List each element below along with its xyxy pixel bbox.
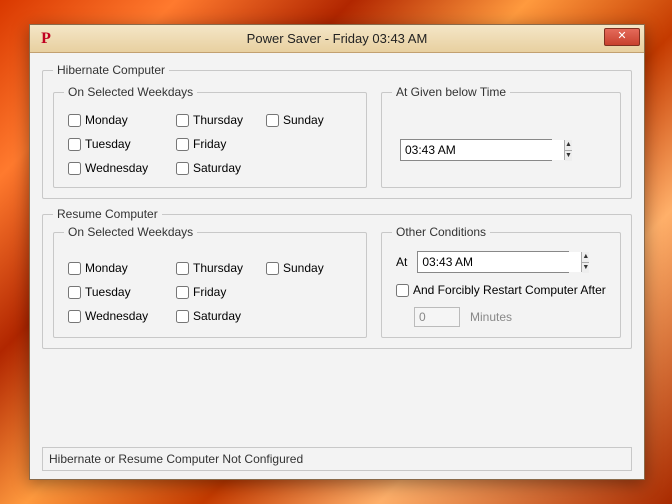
- res-tuesday[interactable]: Tuesday: [68, 285, 176, 299]
- hib-tuesday-checkbox[interactable]: [68, 138, 81, 151]
- resume-other-group: Other Conditions At ▲ ▼: [381, 225, 621, 338]
- hib-sunday-checkbox[interactable]: [266, 114, 279, 127]
- res-monday-label: Monday: [85, 261, 128, 275]
- res-thursday[interactable]: Thursday: [176, 261, 266, 275]
- hib-monday[interactable]: Monday: [68, 113, 176, 127]
- resume-group: Resume Computer On Selected Weekdays Mon…: [42, 207, 632, 349]
- res-thursday-checkbox[interactable]: [176, 262, 189, 275]
- res-sunday[interactable]: Sunday: [266, 261, 356, 275]
- res-thursday-label: Thursday: [193, 261, 243, 275]
- hibernate-time-spinner[interactable]: ▲ ▼: [564, 140, 572, 160]
- spinner-down-icon[interactable]: ▼: [582, 263, 589, 273]
- hib-monday-checkbox[interactable]: [68, 114, 81, 127]
- hib-saturday-checkbox[interactable]: [176, 162, 189, 175]
- hibernate-legend: Hibernate Computer: [53, 63, 169, 77]
- status-bar: Hibernate or Resume Computer Not Configu…: [42, 447, 632, 471]
- res-monday[interactable]: Monday: [68, 261, 176, 275]
- titlebar: P Power Saver - Friday 03:43 AM ✕: [30, 25, 644, 53]
- spinner-down-icon[interactable]: ▼: [565, 151, 572, 161]
- app-window: P Power Saver - Friday 03:43 AM ✕ Hibern…: [29, 24, 645, 480]
- hibernate-weekdays-legend: On Selected Weekdays: [64, 85, 197, 99]
- resume-weekdays-legend: On Selected Weekdays: [64, 225, 197, 239]
- hibernate-time-legend: At Given below Time: [392, 85, 510, 99]
- status-text: Hibernate or Resume Computer Not Configu…: [49, 452, 303, 466]
- hib-wednesday-label: Wednesday: [85, 161, 148, 175]
- res-saturday[interactable]: Saturday: [176, 309, 266, 323]
- minutes-input: [414, 307, 460, 327]
- close-icon: ✕: [617, 30, 626, 42]
- hibernate-time-input[interactable]: [401, 140, 564, 160]
- res-wednesday-label: Wednesday: [85, 309, 148, 323]
- spinner-up-icon[interactable]: ▲: [565, 140, 572, 151]
- hib-thursday[interactable]: Thursday: [176, 113, 266, 127]
- res-monday-checkbox[interactable]: [68, 262, 81, 275]
- resume-at-label: At: [396, 255, 407, 269]
- res-wednesday[interactable]: Wednesday: [68, 309, 176, 323]
- hibernate-time-group: At Given below Time ▲ ▼: [381, 85, 621, 188]
- resume-time-input-wrap[interactable]: ▲ ▼: [417, 251, 569, 273]
- hibernate-weekdays-group: On Selected Weekdays Monday Thursday Sun…: [53, 85, 367, 188]
- close-button[interactable]: ✕: [604, 28, 640, 46]
- res-tuesday-checkbox[interactable]: [68, 286, 81, 299]
- hib-wednesday[interactable]: Wednesday: [68, 161, 176, 175]
- resume-legend: Resume Computer: [53, 207, 162, 221]
- resume-weekdays-group: On Selected Weekdays Monday Thursday Sun…: [53, 225, 367, 338]
- res-saturday-label: Saturday: [193, 309, 241, 323]
- hib-thursday-label: Thursday: [193, 113, 243, 127]
- hib-sunday-label: Sunday: [283, 113, 324, 127]
- hib-friday[interactable]: Friday: [176, 137, 266, 151]
- window-title: Power Saver - Friday 03:43 AM: [30, 31, 644, 46]
- res-friday-label: Friday: [193, 285, 226, 299]
- hibernate-group: Hibernate Computer On Selected Weekdays …: [42, 63, 632, 199]
- res-wednesday-checkbox[interactable]: [68, 310, 81, 323]
- forcibly-restart-label: And Forcibly Restart Computer After: [413, 283, 606, 297]
- res-saturday-checkbox[interactable]: [176, 310, 189, 323]
- resume-time-spinner[interactable]: ▲ ▼: [581, 252, 589, 272]
- hib-monday-label: Monday: [85, 113, 128, 127]
- hib-sunday[interactable]: Sunday: [266, 113, 356, 127]
- res-friday[interactable]: Friday: [176, 285, 266, 299]
- hib-wednesday-checkbox[interactable]: [68, 162, 81, 175]
- hib-friday-label: Friday: [193, 137, 226, 151]
- hib-tuesday[interactable]: Tuesday: [68, 137, 176, 151]
- hib-tuesday-label: Tuesday: [85, 137, 131, 151]
- res-sunday-checkbox[interactable]: [266, 262, 279, 275]
- minutes-label: Minutes: [470, 310, 512, 324]
- forcibly-restart-checkbox[interactable]: [396, 284, 409, 297]
- forcibly-restart[interactable]: And Forcibly Restart Computer After: [396, 283, 606, 297]
- app-icon: P: [36, 29, 56, 49]
- hib-saturday[interactable]: Saturday: [176, 161, 266, 175]
- res-friday-checkbox[interactable]: [176, 286, 189, 299]
- hib-thursday-checkbox[interactable]: [176, 114, 189, 127]
- hibernate-time-input-wrap[interactable]: ▲ ▼: [400, 139, 552, 161]
- spinner-up-icon[interactable]: ▲: [582, 252, 589, 263]
- resume-other-legend: Other Conditions: [392, 225, 490, 239]
- client-area: Hibernate Computer On Selected Weekdays …: [30, 53, 644, 479]
- res-tuesday-label: Tuesday: [85, 285, 131, 299]
- hib-friday-checkbox[interactable]: [176, 138, 189, 151]
- res-sunday-label: Sunday: [283, 261, 324, 275]
- resume-time-input[interactable]: [418, 252, 581, 272]
- hib-saturday-label: Saturday: [193, 161, 241, 175]
